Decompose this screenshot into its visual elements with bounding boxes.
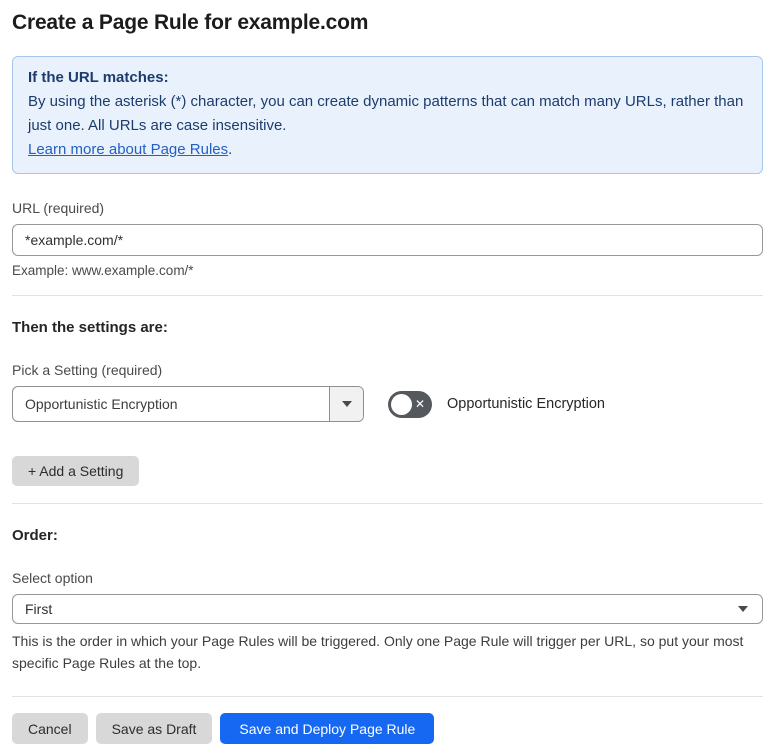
url-match-info-box: If the URL matches: By using the asteris… bbox=[12, 56, 763, 174]
chevron-down-icon bbox=[341, 401, 352, 407]
url-field-label: URL (required) bbox=[12, 200, 105, 216]
order-select[interactable]: First bbox=[12, 594, 763, 624]
pick-setting-label: Pick a Setting (required) bbox=[12, 362, 163, 378]
setting-toggle-group: ✕ Opportunistic Encryption bbox=[388, 390, 605, 418]
setting-select-value: Opportunistic Encryption bbox=[25, 396, 178, 412]
toggle-knob bbox=[391, 393, 412, 415]
setting-select-arrow-button[interactable] bbox=[329, 387, 363, 421]
info-box-link-line: Learn more about Page Rules. bbox=[28, 138, 747, 162]
toggle-off-x-icon: ✕ bbox=[414, 396, 425, 411]
save-draft-button[interactable]: Save as Draft bbox=[95, 713, 213, 744]
order-select-label: Select option bbox=[12, 570, 93, 586]
page-rule-form: Create a Page Rule for example.com If th… bbox=[0, 11, 775, 744]
add-setting-button[interactable]: + Add a Setting bbox=[12, 456, 140, 486]
divider bbox=[12, 295, 763, 296]
opportunistic-encryption-toggle[interactable]: ✕ bbox=[388, 390, 432, 418]
settings-section-heading: Then the settings are: bbox=[12, 319, 168, 336]
setting-select[interactable]: Opportunistic Encryption bbox=[12, 386, 364, 422]
divider bbox=[12, 503, 763, 504]
save-deploy-button[interactable]: Save and Deploy Page Rule bbox=[220, 713, 435, 744]
setting-row: Opportunistic Encryption ✕ Opportunistic… bbox=[12, 386, 763, 422]
url-input[interactable] bbox=[12, 224, 763, 256]
link-suffix: . bbox=[228, 141, 233, 158]
page-title: Create a Page Rule for example.com bbox=[12, 11, 369, 34]
toggle-setting-label: Opportunistic Encryption bbox=[447, 396, 605, 412]
divider bbox=[12, 696, 763, 697]
info-box-body: By using the asterisk (*) character, you… bbox=[28, 93, 744, 134]
order-select-value: First bbox=[25, 601, 53, 617]
url-example-helper: Example: www.example.com/* bbox=[12, 263, 194, 278]
learn-more-link[interactable]: Learn more about Page Rules bbox=[28, 141, 228, 158]
order-helper-text: This is the order in which your Page Rul… bbox=[12, 633, 744, 671]
cancel-button[interactable]: Cancel bbox=[12, 713, 88, 744]
order-section-heading: Order: bbox=[12, 527, 58, 544]
chevron-down-icon bbox=[738, 606, 748, 612]
form-actions: Cancel Save as Draft Save and Deploy Pag… bbox=[12, 713, 763, 744]
info-box-heading: If the URL matches: bbox=[28, 69, 169, 86]
